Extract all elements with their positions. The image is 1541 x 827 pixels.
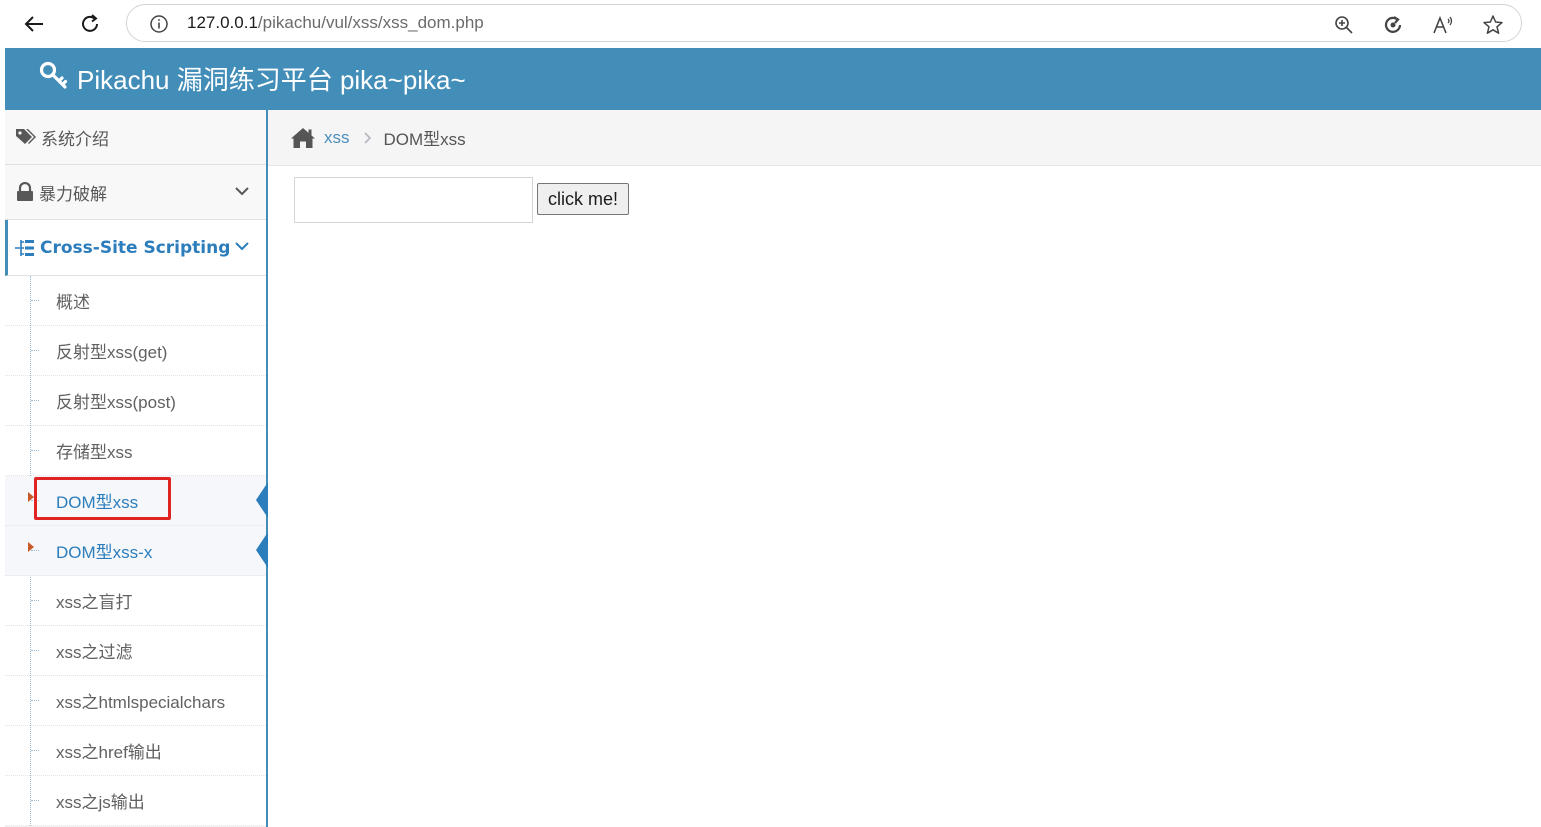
sidebar: 系统介绍 暴力破解 Cross-Site Scripting 概述 反射型xss… — [5, 110, 268, 827]
submenu-item-reflected-post[interactable]: 反射型xss(post) — [5, 376, 266, 426]
url-host: 127.0.0.1 — [187, 13, 258, 32]
submenu-item-label: xss之js输出 — [56, 793, 145, 812]
submenu-item-blind[interactable]: xss之盲打 — [5, 576, 266, 626]
address-bar[interactable]: 127.0.0.1/pikachu/vul/xss/xss_dom.php — [126, 4, 1522, 42]
submenu-item-label: 反射型xss(post) — [56, 393, 176, 412]
submenu-item-stored[interactable]: 存储型xss — [5, 426, 266, 476]
caret-right-icon — [28, 492, 34, 502]
submenu-item-overview[interactable]: 概述 — [5, 276, 266, 326]
selected-indicator — [256, 482, 268, 518]
favorite-star-icon[interactable] — [1481, 13, 1505, 37]
selected-indicator — [256, 532, 268, 568]
breadcrumb-link-xss[interactable]: xss — [324, 128, 350, 148]
sidebar-item-xss[interactable]: Cross-Site Scripting — [5, 220, 266, 276]
read-aloud-icon[interactable] — [1431, 13, 1455, 37]
url-text: 127.0.0.1/pikachu/vul/xss/xss_dom.php — [187, 13, 484, 33]
submenu-item-reflected-get[interactable]: 反射型xss(get) — [5, 326, 266, 376]
url-path: /pikachu/vul/xss/xss_dom.php — [257, 13, 484, 32]
zoom-icon[interactable] — [1332, 13, 1356, 37]
submenu-item-dom[interactable]: DOM型xss — [5, 476, 268, 526]
submenu-item-label: DOM型xss — [56, 493, 139, 512]
lock-icon — [15, 182, 35, 202]
chevron-right-icon — [363, 131, 372, 144]
submenu-item-htmlspecialchars[interactable]: xss之htmlspecialchars — [5, 676, 266, 726]
back-arrow-icon[interactable] — [18, 8, 50, 40]
chevron-down-icon — [234, 238, 250, 259]
submenu-item-filter[interactable]: xss之过滤 — [5, 626, 266, 676]
list-icon — [14, 238, 36, 258]
key-icon — [39, 61, 77, 96]
sidebar-item-label: Cross-Site Scripting — [40, 237, 231, 258]
submenu-item-href-output[interactable]: xss之href输出 — [5, 726, 266, 776]
edge-refresh-icon[interactable] — [1381, 13, 1405, 37]
submenu-item-label: xss之盲打 — [56, 593, 133, 612]
xss-submenu: 概述 反射型xss(get) 反射型xss(post) 存储型xss DOM型x… — [5, 276, 268, 826]
sidebar-item-intro[interactable]: 系统介绍 — [5, 110, 266, 165]
tags-icon — [15, 128, 37, 146]
submenu-item-label: 概述 — [56, 293, 90, 312]
browser-toolbar: 127.0.0.1/pikachu/vul/xss/xss_dom.php — [0, 0, 1541, 48]
xss-text-input[interactable] — [294, 177, 533, 223]
app-header: Pikachu 漏洞练习平台 pika~pika~ — [5, 48, 1541, 110]
click-me-button[interactable]: click me! — [537, 183, 629, 215]
breadcrumb: xss DOM型xss — [268, 110, 1541, 166]
submenu-item-dom-x[interactable]: DOM型xss-x — [5, 526, 268, 576]
submenu-item-label: xss之href输出 — [56, 743, 162, 762]
caret-right-icon — [28, 542, 34, 552]
breadcrumb-current: DOM型xss — [383, 130, 466, 149]
info-icon[interactable] — [149, 14, 169, 38]
refresh-icon[interactable] — [74, 8, 106, 40]
submenu-item-js-output[interactable]: xss之js输出 — [5, 776, 266, 826]
sidebar-item-label: 暴力破解 — [39, 184, 107, 205]
submenu-item-label: DOM型xss-x — [56, 543, 153, 562]
brand-title: Pikachu 漏洞练习平台 pika~pika~ — [77, 65, 466, 95]
submenu-item-label: 存储型xss — [56, 443, 133, 462]
brand[interactable]: Pikachu 漏洞练习平台 pika~pika~ — [39, 60, 466, 97]
submenu-item-label: 反射型xss(get) — [56, 343, 168, 362]
submenu-item-label: xss之htmlspecialchars — [56, 693, 226, 712]
chevron-down-icon — [234, 183, 250, 204]
sidebar-item-brute-force[interactable]: 暴力破解 — [5, 165, 266, 220]
submenu-item-label: xss之过滤 — [56, 643, 133, 662]
home-icon[interactable] — [290, 127, 316, 149]
sidebar-item-label: 系统介绍 — [41, 129, 109, 150]
